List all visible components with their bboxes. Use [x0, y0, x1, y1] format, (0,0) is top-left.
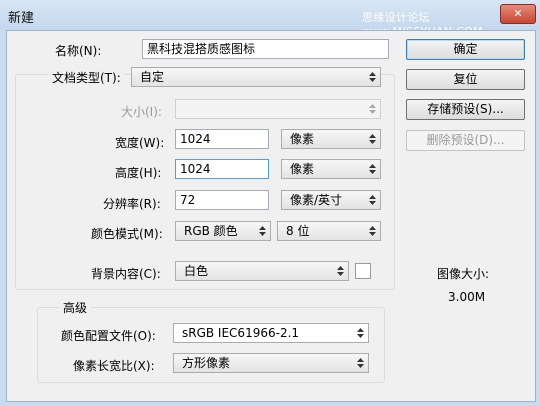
size-select — [175, 99, 381, 119]
image-size-value: 3.00M — [448, 290, 486, 304]
delete-preset-button: 删除预设(D)... — [406, 130, 525, 151]
color-mode-label: 颜色模式(M): — [91, 227, 163, 241]
preset-select[interactable]: 自定 — [131, 67, 381, 87]
ok-button[interactable]: 确定 — [406, 39, 525, 60]
close-icon: ✕ — [513, 7, 523, 20]
width-label: 宽度(W): — [115, 136, 165, 150]
height-input[interactable]: 1024 — [175, 159, 269, 179]
resolution-unit-select[interactable]: 像素/英寸 — [281, 190, 381, 210]
height-unit-value: 像素 — [290, 162, 315, 176]
preset-label: 文档类型(T): — [49, 69, 124, 86]
color-profile-label: 颜色配置文件(O): — [61, 329, 156, 343]
background-label: 背景内容(C): — [91, 267, 161, 281]
chevron-updown-icon — [259, 226, 266, 236]
color-mode-value: RGB 颜色 — [184, 224, 238, 238]
window-title: 新建 — [8, 11, 35, 26]
chevron-updown-icon — [369, 164, 376, 174]
image-size-label: 图像大小: — [437, 267, 490, 281]
width-unit-value: 像素 — [290, 132, 315, 146]
reset-button[interactable]: 复位 — [406, 69, 525, 90]
resolution-input[interactable]: 72 — [175, 190, 269, 210]
close-button[interactable]: ✕ — [500, 4, 536, 24]
chevron-updown-icon — [369, 104, 376, 114]
pixel-aspect-value: 方形像素 — [182, 356, 231, 370]
resolution-label: 分辨率(R): — [103, 197, 161, 211]
chevron-updown-icon — [357, 358, 364, 368]
width-unit-select[interactable]: 像素 — [281, 129, 381, 149]
dialog-body: 名称(N): 黑科技混搭质感图标 文档类型(T): 自定 大小(I): 宽度(W… — [6, 30, 536, 402]
chevron-updown-icon — [337, 266, 344, 276]
chevron-updown-icon — [369, 134, 376, 144]
height-unit-select[interactable]: 像素 — [281, 159, 381, 179]
pixel-aspect-label: 像素长宽比(X): — [73, 359, 155, 373]
bit-depth-value: 8 位 — [286, 224, 310, 238]
background-color-swatch[interactable] — [355, 263, 371, 279]
color-mode-select[interactable]: RGB 颜色 — [175, 221, 271, 241]
chevron-updown-icon — [369, 226, 376, 236]
height-label: 高度(H): — [115, 166, 162, 180]
bit-depth-select[interactable]: 8 位 — [277, 221, 381, 241]
size-label: 大小(I): — [121, 105, 162, 119]
chevron-updown-icon — [369, 72, 376, 82]
width-input[interactable]: 1024 — [175, 129, 269, 149]
color-profile-select[interactable]: sRGB IEC61966-2.1 — [173, 323, 369, 343]
preset-value: 自定 — [140, 70, 165, 84]
pixel-aspect-select[interactable]: 方形像素 — [173, 353, 369, 373]
background-select[interactable]: 白色 — [175, 261, 349, 281]
name-input[interactable]: 黑科技混搭质感图标 — [142, 39, 389, 59]
name-label: 名称(N): — [55, 44, 102, 58]
advanced-title: 高级 — [59, 299, 92, 316]
chevron-updown-icon — [369, 195, 376, 205]
background-value: 白色 — [184, 264, 209, 278]
chevron-updown-icon — [357, 328, 364, 338]
color-profile-value: sRGB IEC61966-2.1 — [182, 326, 300, 340]
title-bar: 新建 思缘设计论坛 www.MISSYUAN.COM ✕ — [0, 0, 540, 38]
resolution-unit-value: 像素/英寸 — [290, 193, 343, 207]
save-preset-button[interactable]: 存储预设(S)... — [406, 99, 525, 120]
